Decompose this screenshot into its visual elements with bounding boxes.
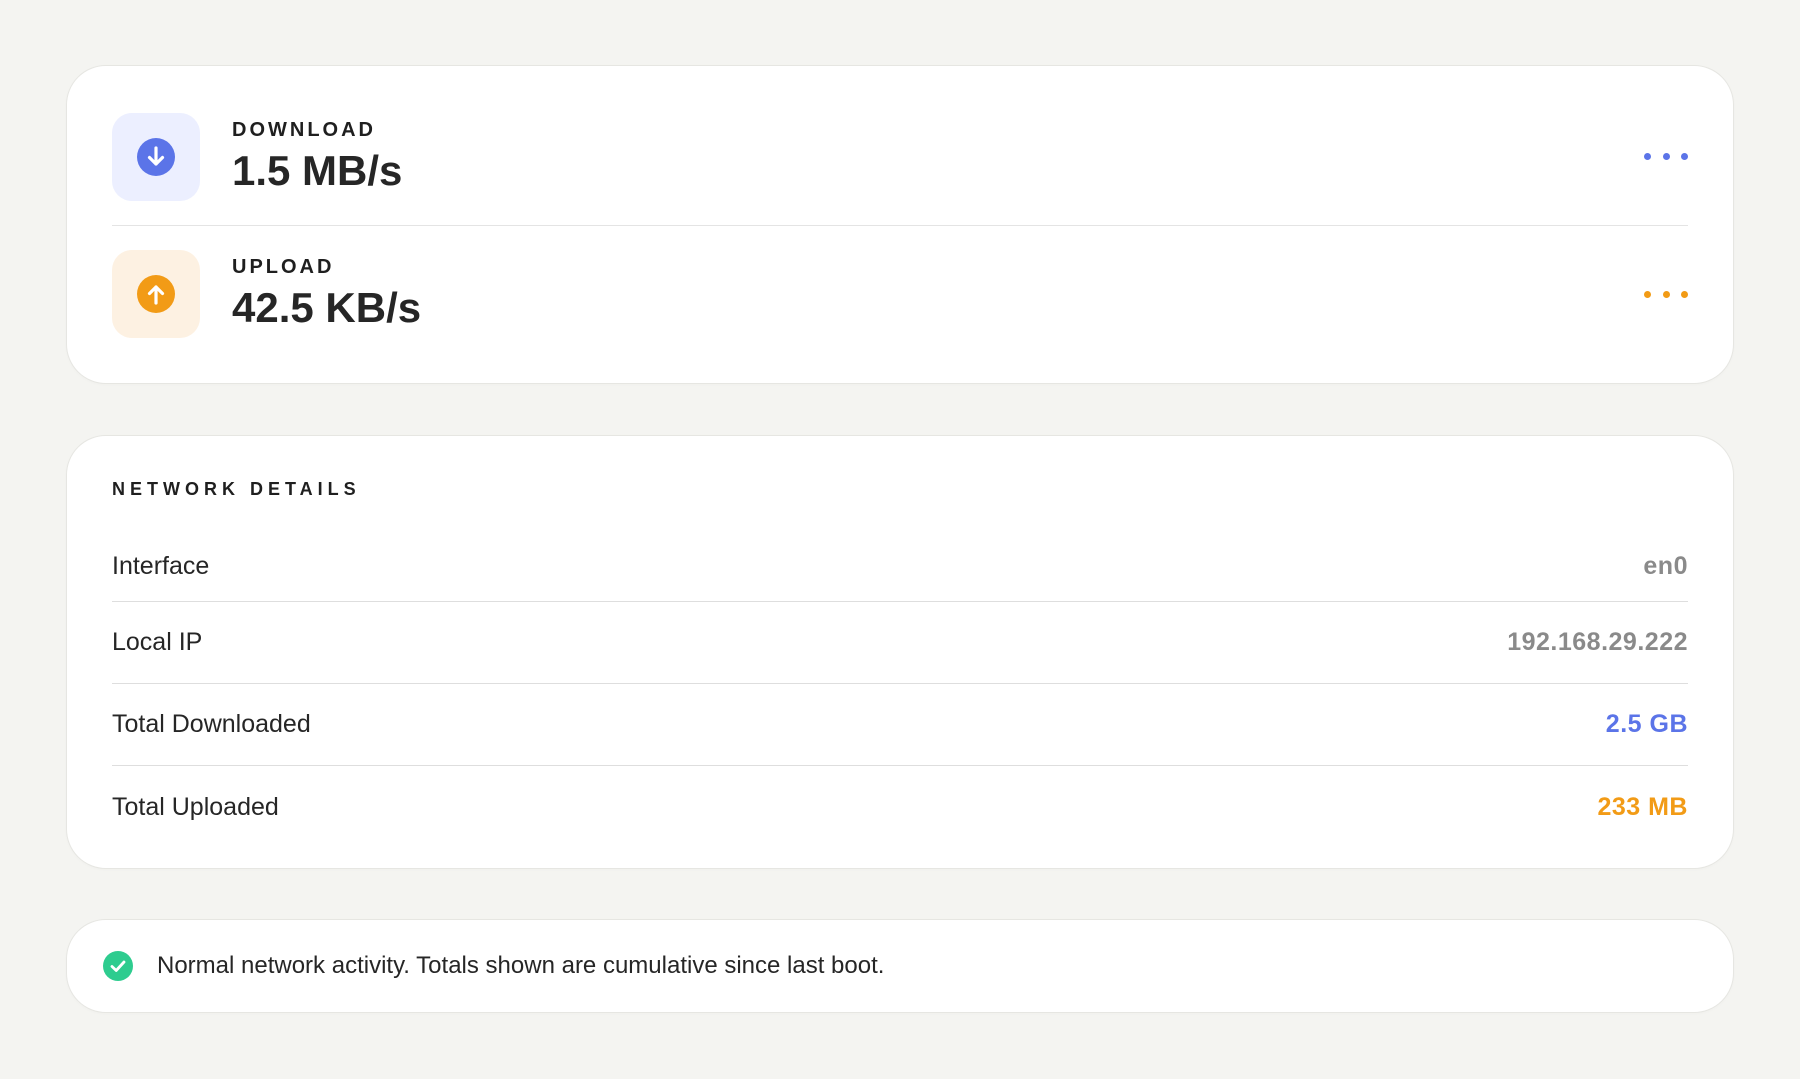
download-row: DOWNLOAD 1.5 MB/s <box>112 66 1688 226</box>
detail-label: Interface <box>112 551 210 580</box>
download-icon-tile <box>112 112 200 201</box>
download-label: DOWNLOAD <box>232 118 376 141</box>
detail-value: en0 <box>1643 551 1688 580</box>
dot-icon <box>1662 153 1670 160</box>
detail-value: 192.168.29.222 <box>1507 628 1688 656</box>
detail-row-total-downloaded: Total Downloaded 2.5 GB <box>112 684 1688 766</box>
detail-label: Total Downloaded <box>112 710 311 738</box>
dot-icon <box>1681 290 1688 298</box>
detail-label: Total Uploaded <box>112 792 279 821</box>
dot-icon <box>1644 290 1651 298</box>
dot-icon <box>1644 153 1651 160</box>
download-speed-value: 1.5 MB/s <box>232 146 403 194</box>
upload-icon-tile <box>112 250 200 338</box>
detail-value: 233 MB <box>1597 792 1688 821</box>
network-details-card: NETWORK DETAILS Interface en0 Local IP 1… <box>66 435 1734 869</box>
upload-label: UPLOAD <box>232 256 335 278</box>
upload-more-button[interactable] <box>1644 279 1688 309</box>
detail-row-interface: Interface en0 <box>112 531 1688 602</box>
dot-icon <box>1662 290 1670 298</box>
check-circle-icon <box>103 951 133 981</box>
details-list: Interface en0 Local IP 192.168.29.222 To… <box>112 531 1688 848</box>
arrow-down-circle-icon <box>137 137 175 176</box>
detail-row-total-uploaded: Total Uploaded 233 MB <box>112 766 1688 848</box>
download-more-button[interactable] <box>1644 142 1688 172</box>
arrow-up-circle-icon <box>137 275 175 313</box>
detail-value: 2.5 GB <box>1605 710 1688 738</box>
upload-speed-value: 42.5 KB/s <box>232 284 422 331</box>
status-card: Normal network activity. Totals shown ar… <box>66 919 1734 1013</box>
section-title: NETWORK DETAILS <box>112 479 361 499</box>
detail-row-local-ip: Local IP 192.168.29.222 <box>112 602 1688 684</box>
status-message: Normal network activity. Totals shown ar… <box>157 952 885 979</box>
detail-label: Local IP <box>112 628 203 656</box>
upload-row: UPLOAD 42.5 KB/s <box>112 226 1688 384</box>
dot-icon <box>1681 153 1688 160</box>
speed-card: DOWNLOAD 1.5 MB/s UPLOAD 42.5 KB/s <box>66 65 1734 384</box>
